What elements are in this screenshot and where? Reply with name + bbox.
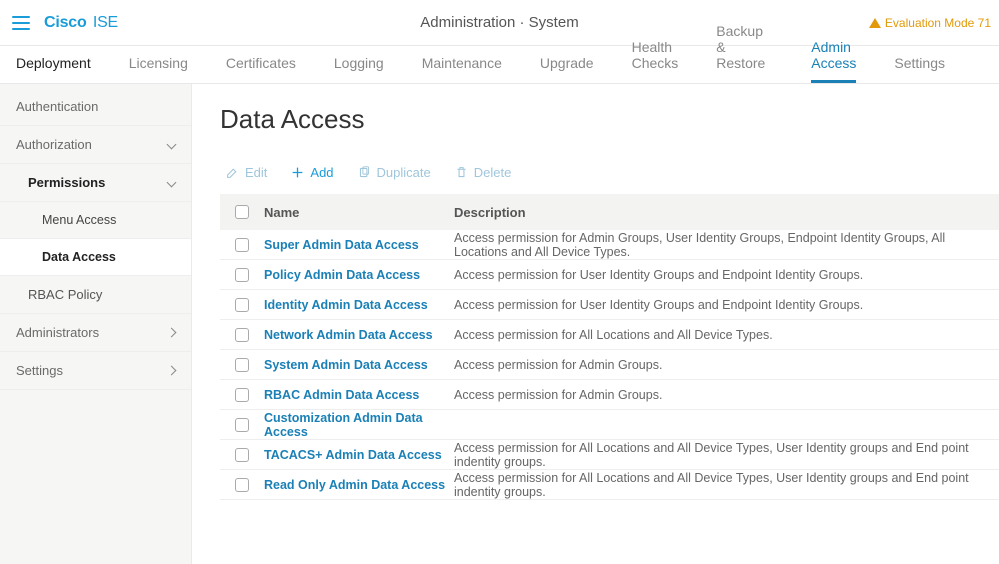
table-row: Customization Admin Data Access bbox=[220, 410, 999, 440]
evaluation-text: Evaluation Mode 71 bbox=[885, 16, 991, 30]
tab-maintenance[interactable]: Maintenance bbox=[422, 45, 502, 83]
body: Authentication Authorization Permissions Me… bbox=[0, 84, 999, 564]
row-description: Access permission for User Identity Grou… bbox=[454, 298, 999, 312]
row-description: Access permission for Admin Groups, User… bbox=[454, 231, 999, 259]
tab-backup-restore[interactable]: Backup & Restore bbox=[716, 13, 773, 83]
breadcrumb: Administration · System bbox=[420, 14, 578, 31]
row-name-link[interactable]: TACACS+ Admin Data Access bbox=[264, 448, 442, 462]
row-description: Access permission for Admin Groups. bbox=[454, 358, 999, 372]
trash-icon bbox=[455, 166, 468, 179]
row-name-link[interactable]: Read Only Admin Data Access bbox=[264, 478, 445, 492]
row-name-link[interactable]: Customization Admin Data Access bbox=[264, 411, 423, 439]
row-description: Access permission for All Locations and … bbox=[454, 441, 999, 469]
sidebar-item-settings[interactable]: Settings bbox=[0, 352, 191, 390]
chevron-down-icon bbox=[167, 178, 177, 188]
row-checkbox[interactable] bbox=[235, 388, 249, 402]
toolbar: Edit Add Duplicate Delete bbox=[220, 165, 999, 180]
chevron-down-icon bbox=[167, 140, 177, 150]
add-button[interactable]: Add bbox=[291, 165, 333, 180]
sidebar-item-permissions[interactable]: Permissions bbox=[0, 164, 191, 202]
table-row: Read Only Admin Data Access Access permis… bbox=[220, 470, 999, 500]
table-row: Identity Admin Data Access Access permiss… bbox=[220, 290, 999, 320]
sidebar-item-administrators[interactable]: Administrators bbox=[0, 314, 191, 352]
row-name-link[interactable]: RBAC Admin Data Access bbox=[264, 388, 419, 402]
copy-icon bbox=[358, 166, 371, 179]
table-row: System Admin Data Access Access permissio… bbox=[220, 350, 999, 380]
tab-licensing[interactable]: Licensing bbox=[129, 45, 188, 83]
edit-button[interactable]: Edit bbox=[226, 165, 267, 180]
edit-label: Edit bbox=[245, 165, 267, 180]
warning-icon bbox=[869, 18, 881, 28]
sidebar-item-authorization[interactable]: Authorization bbox=[0, 126, 191, 164]
sidebar-item-authentication[interactable]: Authentication bbox=[0, 88, 191, 126]
duplicate-label: Duplicate bbox=[377, 165, 431, 180]
row-checkbox[interactable] bbox=[235, 238, 249, 252]
header-name[interactable]: Name bbox=[264, 205, 454, 220]
sidebar-item-label: Menu Access bbox=[42, 213, 116, 227]
plus-icon bbox=[291, 166, 304, 179]
row-name-link[interactable]: Network Admin Data Access bbox=[264, 328, 433, 342]
sidebar-item-data-access[interactable]: Data Access bbox=[0, 239, 191, 276]
table-row: TACACS+ Admin Data Access Access permissi… bbox=[220, 440, 999, 470]
row-name-link[interactable]: Super Admin Data Access bbox=[264, 238, 419, 252]
hamburger-menu-icon[interactable] bbox=[8, 10, 34, 36]
table-row: Network Admin Data Access Access permissi… bbox=[220, 320, 999, 350]
add-label: Add bbox=[310, 165, 333, 180]
sidebar-item-menu-access[interactable]: Menu Access bbox=[0, 202, 191, 239]
delete-button[interactable]: Delete bbox=[455, 165, 512, 180]
tab-admin-access[interactable]: Admin Access bbox=[811, 29, 856, 83]
sidebar-item-rbac-policy[interactable]: RBAC Policy bbox=[0, 276, 191, 314]
sidebar-item-label: Permissions bbox=[28, 175, 105, 190]
brand-main: Cisco bbox=[44, 14, 87, 31]
sidebar-item-label: Administrators bbox=[16, 325, 99, 340]
chevron-right-icon bbox=[167, 328, 177, 338]
sidebar-item-label: Authorization bbox=[16, 137, 92, 152]
brand-sub: ISE bbox=[93, 14, 118, 31]
sidebar-item-label: Data Access bbox=[42, 250, 116, 264]
select-all-checkbox[interactable] bbox=[235, 205, 249, 219]
main-content: Data Access Edit Add Duplicate Delete bbox=[192, 84, 999, 564]
table-row: Super Admin Data Access Access permission… bbox=[220, 230, 999, 260]
tab-settings[interactable]: Settings bbox=[894, 45, 945, 83]
row-name-link[interactable]: Identity Admin Data Access bbox=[264, 298, 428, 312]
tab-upgrade[interactable]: Upgrade bbox=[540, 45, 594, 83]
delete-label: Delete bbox=[474, 165, 512, 180]
page-title: Data Access bbox=[220, 104, 999, 135]
row-checkbox[interactable] bbox=[235, 478, 249, 492]
data-table: Name Description Super Admin Data Access… bbox=[220, 194, 999, 500]
row-description: Access permission for User Identity Grou… bbox=[454, 268, 999, 282]
evaluation-mode-badge[interactable]: Evaluation Mode 71 bbox=[869, 16, 991, 30]
sidebar: Authentication Authorization Permissions Me… bbox=[0, 84, 192, 564]
sidebar-item-label: Authentication bbox=[16, 99, 98, 114]
tab-certificates[interactable]: Certificates bbox=[226, 45, 296, 83]
row-description: Access permission for All Locations and … bbox=[454, 471, 999, 499]
row-description: Access permission for All Locations and … bbox=[454, 328, 999, 342]
sidebar-item-label: RBAC Policy bbox=[28, 287, 102, 302]
table-row: Policy Admin Data Access Access permissio… bbox=[220, 260, 999, 290]
sidebar-item-label: Settings bbox=[16, 363, 63, 378]
row-name-link[interactable]: System Admin Data Access bbox=[264, 358, 428, 372]
row-description: Access permission for Admin Groups. bbox=[454, 388, 999, 402]
main-tabs: Deployment Licensing Certificates Logging Ma… bbox=[0, 46, 999, 84]
row-checkbox[interactable] bbox=[235, 358, 249, 372]
chevron-right-icon bbox=[167, 366, 177, 376]
pencil-icon bbox=[226, 166, 239, 179]
row-checkbox[interactable] bbox=[235, 268, 249, 282]
table-row: RBAC Admin Data Access Access permission … bbox=[220, 380, 999, 410]
tab-logging[interactable]: Logging bbox=[334, 45, 384, 83]
row-checkbox[interactable] bbox=[235, 418, 249, 432]
tab-health-checks[interactable]: Health Checks bbox=[632, 29, 679, 83]
header-description[interactable]: Description bbox=[454, 205, 999, 220]
row-name-link[interactable]: Policy Admin Data Access bbox=[264, 268, 420, 282]
table-header: Name Description bbox=[220, 194, 999, 230]
row-checkbox[interactable] bbox=[235, 328, 249, 342]
brand[interactable]: Cisco ISE bbox=[44, 14, 118, 32]
row-checkbox[interactable] bbox=[235, 298, 249, 312]
duplicate-button[interactable]: Duplicate bbox=[358, 165, 431, 180]
tab-deployment[interactable]: Deployment bbox=[16, 45, 91, 83]
row-checkbox[interactable] bbox=[235, 448, 249, 462]
